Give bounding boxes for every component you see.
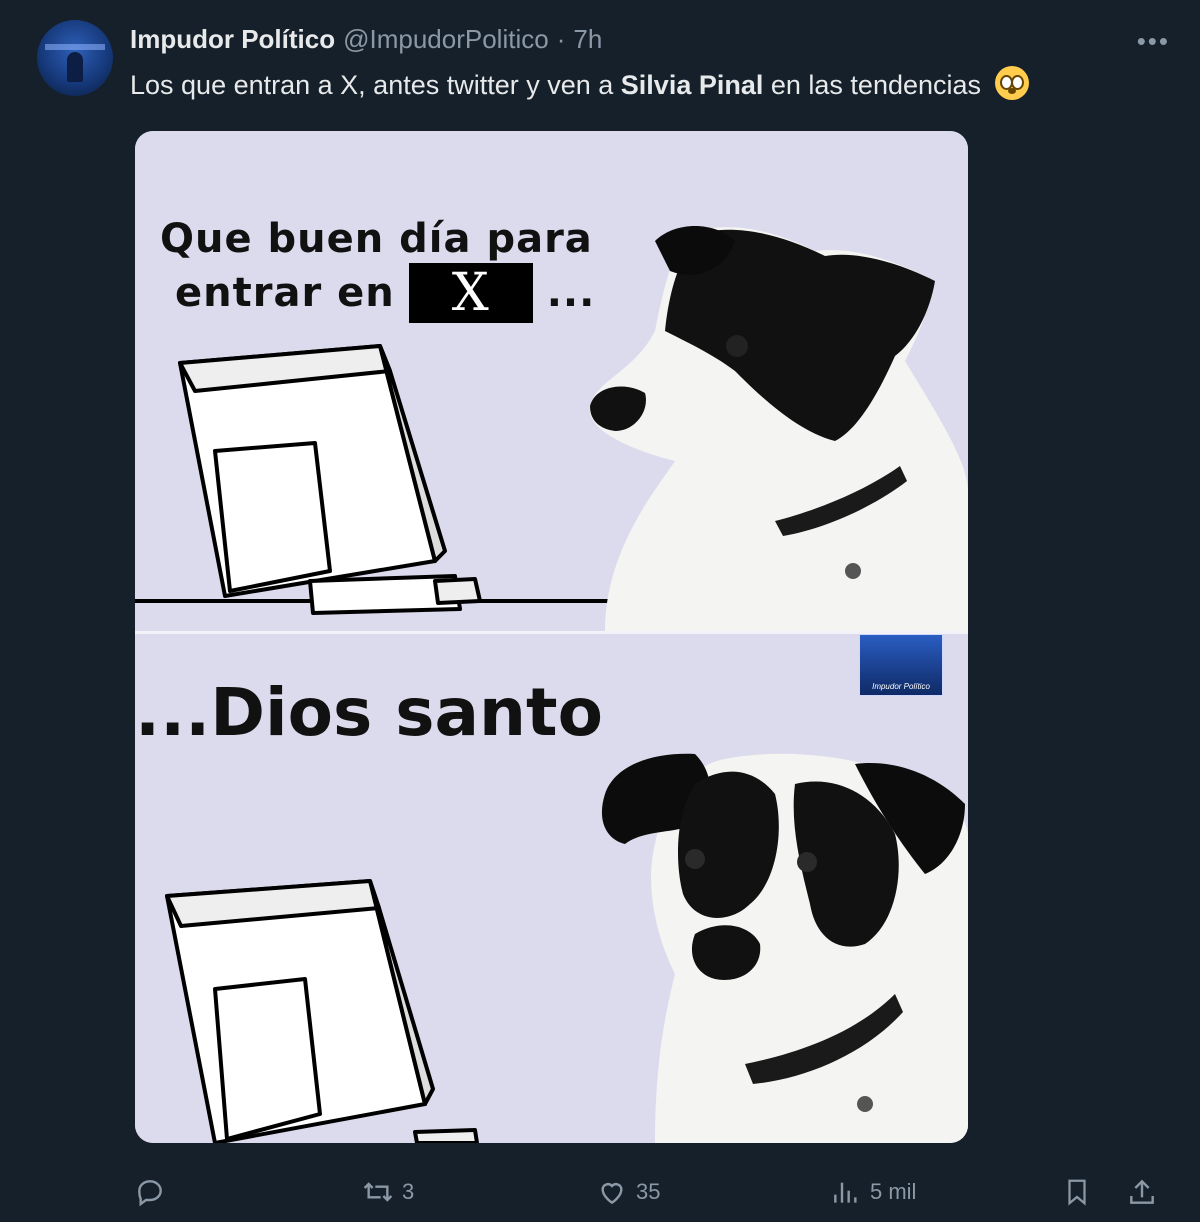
views-count: 5 mil [870,1179,917,1204]
reply-action[interactable] [134,1176,174,1208]
tweet-text-before: Los que entran a X, antes twitter y ven … [130,70,621,100]
tweet-text: Los que entran a X, antes twitter y ven … [130,66,1029,101]
separator-dot: · [556,24,566,54]
tweet-time[interactable]: 7h [573,24,602,55]
avatar-figure [67,52,83,82]
retweet-icon [363,1182,393,1202]
tweet-header: Impudor Político @ImpudorPolitico · 7h [130,24,602,56]
like-count: 35 [636,1179,661,1204]
tweet-avatar[interactable] [37,20,113,96]
like-action[interactable]: 35 [596,1176,660,1208]
heart-icon [601,1183,623,1205]
meme-panel-bottom: Impudor Político ...Dios santo [135,634,968,1143]
tweet-text-after: en las tendencias [763,70,982,100]
reply-icon [138,1180,162,1207]
tweet-actions-bar: 3 35 5 mil [0,1170,1200,1214]
author-handle[interactable]: @ImpudorPolitico [343,24,549,55]
bookmark-icon [1068,1179,1086,1206]
meme-panel-top: Que buen día para entrar en X ... [135,131,968,631]
trend-mention[interactable]: Silvia Pinal [621,70,764,100]
author-name[interactable]: Impudor Político [130,24,335,55]
retweet-action[interactable]: 3 [362,1176,414,1208]
views-action[interactable]: 5 mil [830,1176,916,1208]
tweet-media-image[interactable]: Que buen día para entrar en X ... Impudo… [135,131,968,1143]
dog-photo-top [589,226,968,631]
retweet-count: 3 [402,1179,415,1204]
flushed-face-emoji-icon [994,66,1029,100]
views-chart-icon [834,1182,857,1203]
avatar-banner [45,44,105,50]
more-options-icon[interactable]: ••• [1137,26,1170,57]
bookmark-action[interactable] [1062,1176,1092,1208]
share-action[interactable] [1126,1176,1158,1208]
dog-photo-bottom [601,753,968,1143]
share-icon [1130,1179,1154,1204]
